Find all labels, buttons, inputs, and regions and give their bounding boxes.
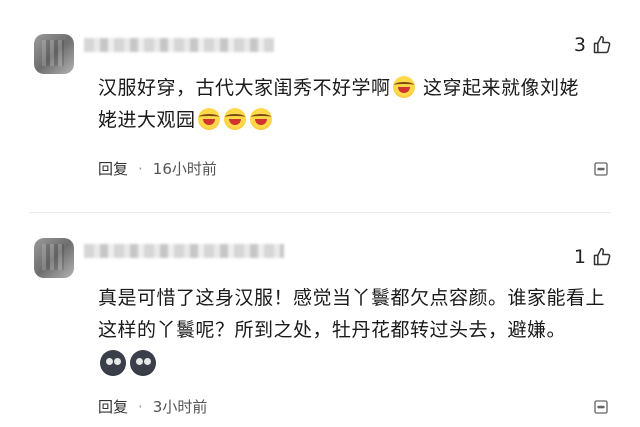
divider	[30, 212, 610, 213]
comment-item: 1 真是可惜了这身汉服！感觉当丫鬟都欠点容颜。谁家能看上这样的丫鬟呢？所到之处，…	[0, 214, 640, 427]
comment-text-part: 真是可惜了这身汉服！感觉当丫鬟都欠点容颜。谁家能看上这样的丫鬟呢？所到之处，牡丹…	[98, 287, 606, 341]
thumbs-up-icon[interactable]	[592, 35, 612, 55]
laugh-emoji-icon	[249, 108, 272, 130]
like-control[interactable]: 3	[574, 34, 612, 56]
username-blurred[interactable]	[84, 244, 284, 258]
comment-text: 汉服好穿，古代大家闺秀不好学啊 这穿起来就像刘姥 姥进大观园	[98, 72, 610, 136]
avatar[interactable]	[34, 238, 74, 278]
like-count: 3	[573, 34, 586, 56]
reply-button[interactable]: 回复	[98, 158, 128, 179]
thumbs-up-icon[interactable]	[592, 247, 612, 267]
timestamp: 3小时前	[152, 398, 208, 416]
laugh-emoji-icon	[392, 76, 415, 98]
dark-face-emoji-icon	[100, 350, 126, 376]
like-count: 1	[573, 246, 586, 268]
comment-text-part: 这穿起来就像刘姥	[416, 77, 580, 99]
timestamp: 16小时前	[152, 160, 217, 178]
comment-meta: 回复 · 16小时前	[98, 158, 217, 179]
comment-text-part: 姥进大观园	[98, 109, 196, 131]
meta-separator: ·	[138, 397, 143, 416]
comment-item: 3 汉服好穿，古代大家闺秀不好学啊 这穿起来就像刘姥 姥进大观园 回复 · 16…	[0, 0, 640, 212]
comment-meta: 回复 · 3小时前	[98, 396, 207, 417]
laugh-emoji-icon	[197, 108, 220, 130]
comment-text: 真是可惜了这身汉服！感觉当丫鬟都欠点容颜。谁家能看上这样的丫鬟呢？所到之处，牡丹…	[98, 282, 610, 382]
comment-text-part: 汉服好穿，古代大家闺秀不好学啊	[98, 77, 391, 99]
laugh-emoji-icon	[223, 108, 246, 130]
like-control[interactable]: 1	[574, 246, 612, 268]
reply-button[interactable]: 回复	[98, 396, 128, 417]
username-blurred[interactable]	[84, 38, 274, 52]
meta-separator: ·	[138, 159, 143, 178]
more-icon[interactable]	[592, 398, 610, 416]
avatar[interactable]	[34, 34, 74, 74]
dark-face-emoji-icon	[130, 350, 156, 376]
more-icon[interactable]	[592, 160, 610, 178]
